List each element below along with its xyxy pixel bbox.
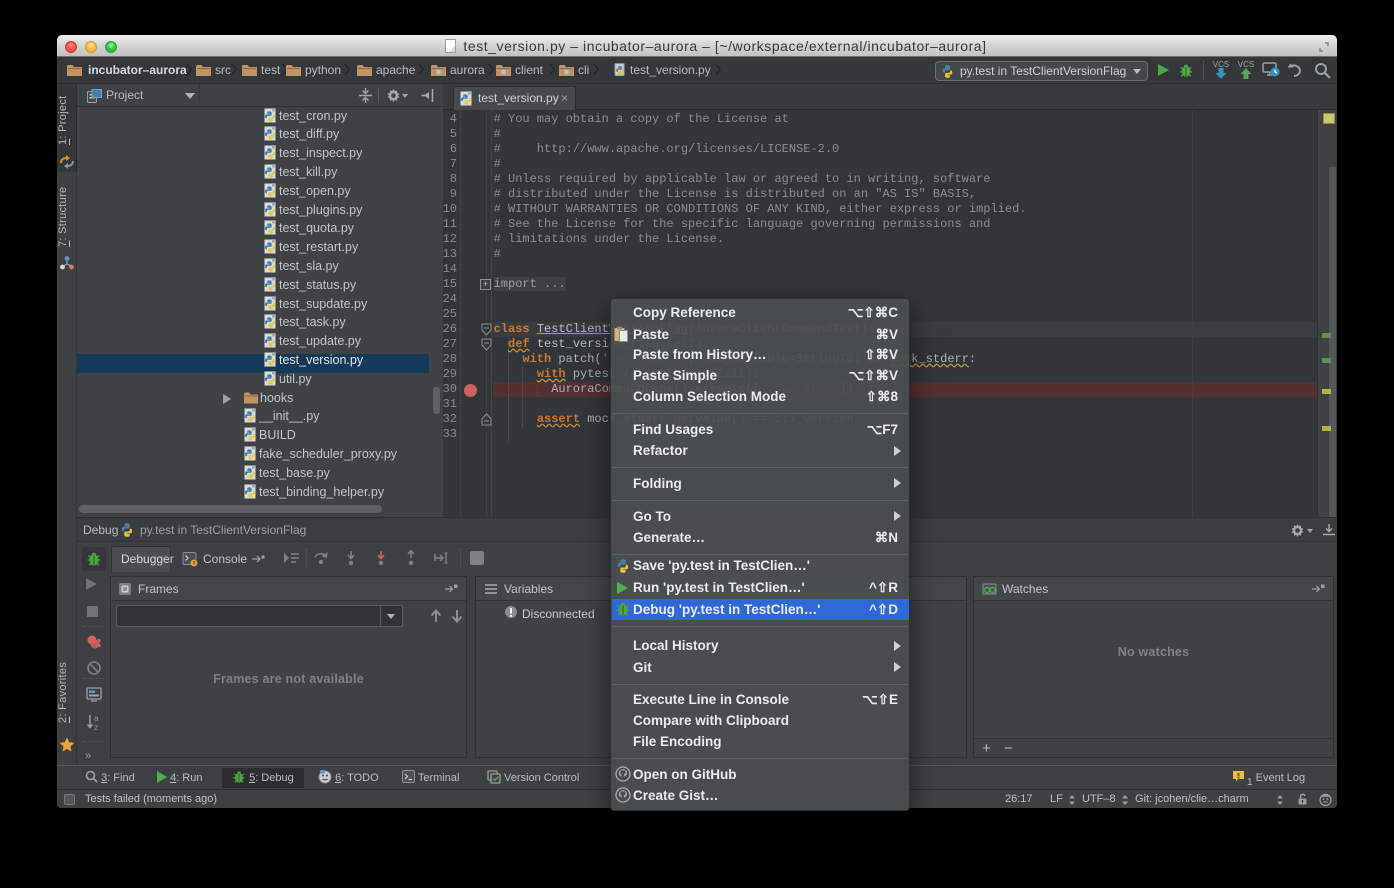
svg-text:a: a — [94, 714, 99, 723]
svg-text:z: z — [94, 723, 98, 731]
